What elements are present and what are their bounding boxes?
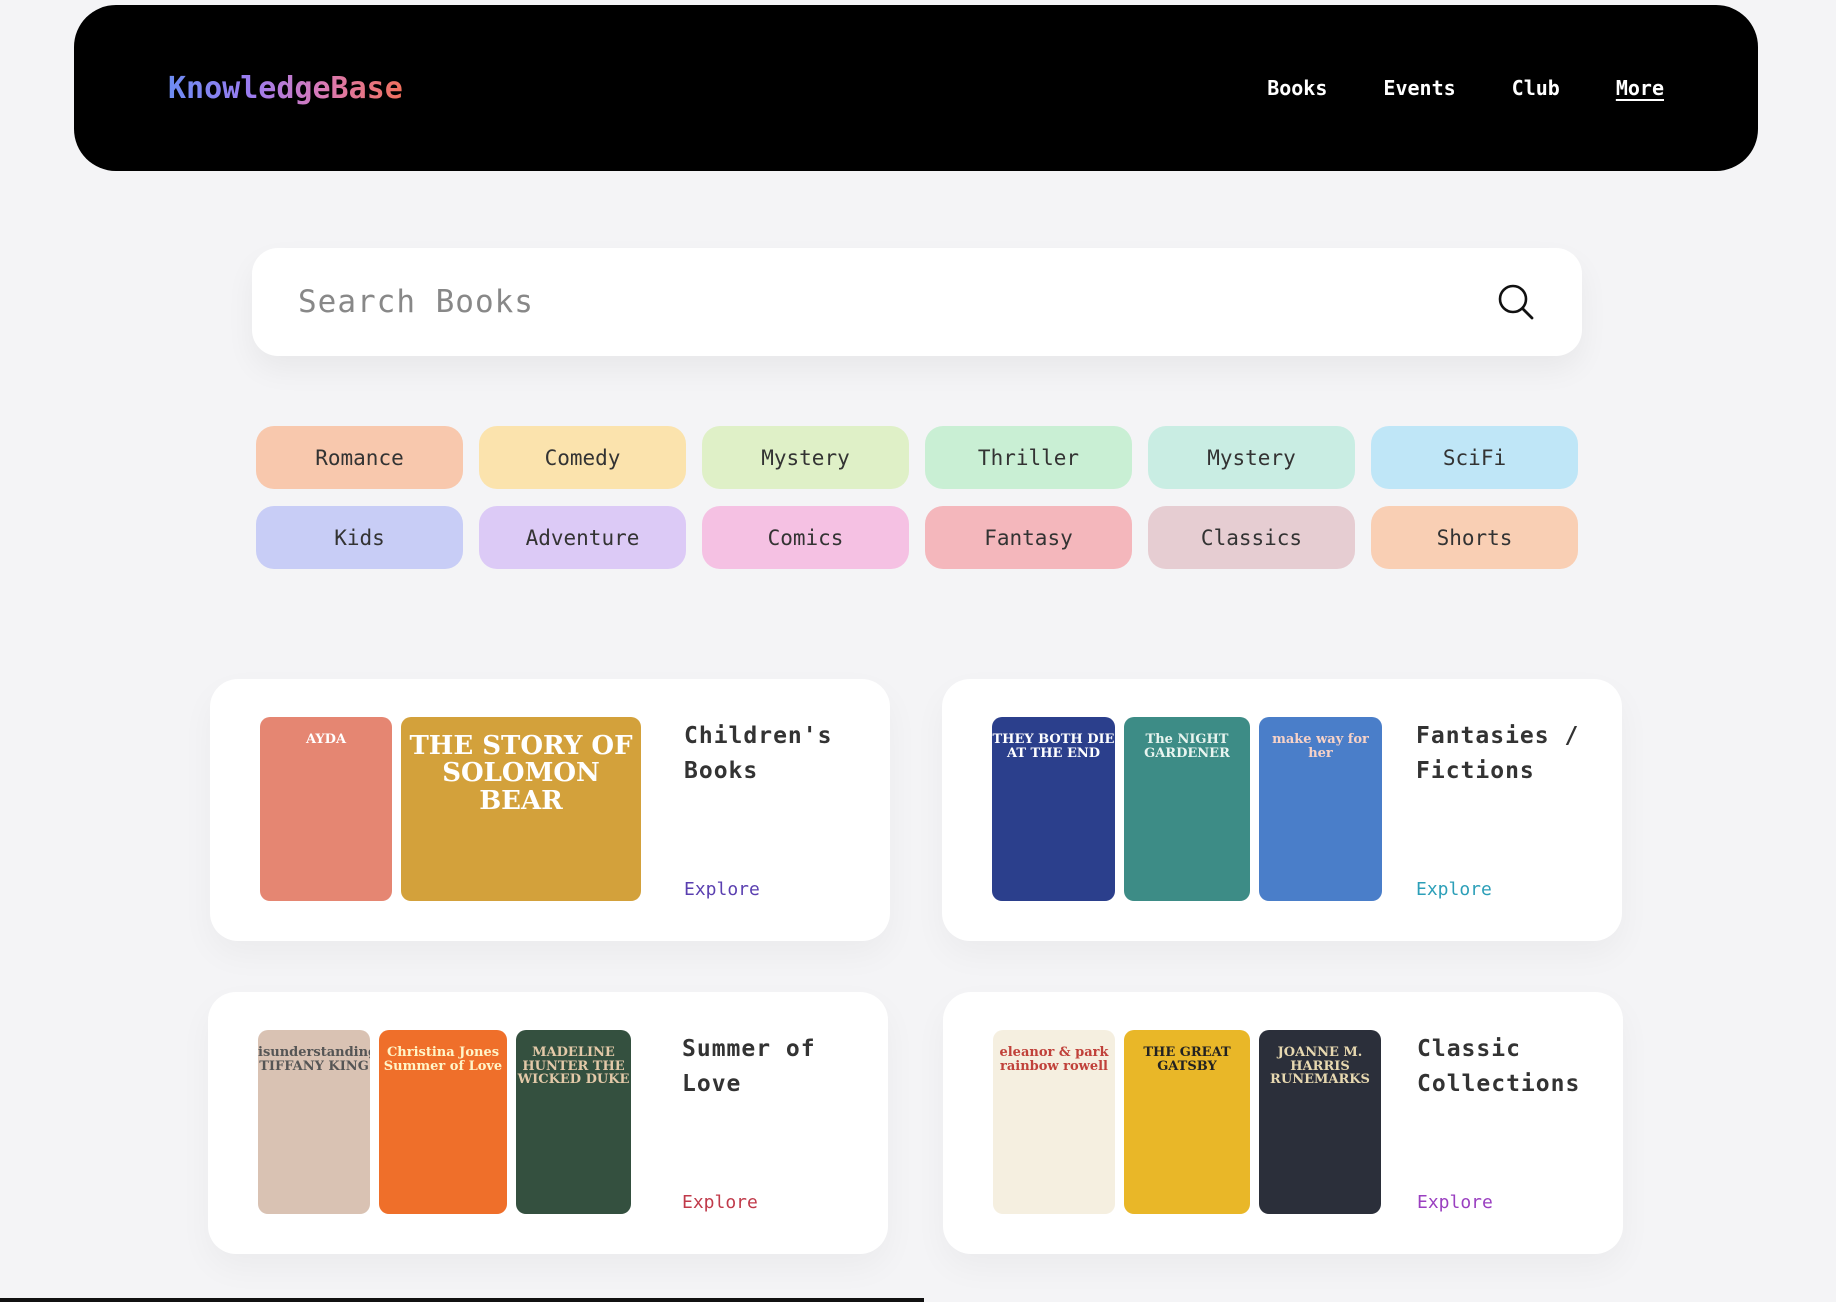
book-cover-title: AYDA: [305, 732, 347, 747]
book-cover-title: eleanor & park rainbow rowell: [999, 1045, 1109, 1074]
genre-chip-mystery[interactable]: Mystery: [702, 426, 909, 489]
book-cover-image[interactable]: AYDA: [260, 717, 392, 901]
collection-title: Fantasies / Fictions: [1416, 723, 1580, 784]
genre-chip-comics[interactable]: Comics: [702, 506, 909, 569]
book-covers: THEY BOTH DIE AT THE END The NIGHT GARDEN…: [992, 717, 1382, 901]
book-cover-image[interactable]: JOANNE M. HARRIS RUNEMARKS: [1259, 1030, 1381, 1214]
book-cover-title: make way for her: [1272, 732, 1369, 761]
book-cover-image[interactable]: eleanor & park rainbow rowell: [993, 1030, 1115, 1214]
book-cover-title: isunderstandings TIFFANY KING: [258, 1045, 370, 1074]
explore-link[interactable]: Explore: [1417, 1192, 1493, 1213]
genre-chip-romance[interactable]: Romance: [256, 426, 463, 489]
book-covers: AYDA THE STORY OF SOLOMON BEAR: [260, 717, 641, 901]
genre-chip-scifi[interactable]: SciFi: [1371, 426, 1578, 489]
book-cover-title: THE GREAT GATSBY: [1143, 1045, 1231, 1074]
genre-chip-shorts[interactable]: Shorts: [1371, 506, 1578, 569]
book-cover-image[interactable]: make way for her: [1259, 717, 1382, 901]
collection-title: Summer of Love: [682, 1036, 816, 1097]
genre-chip-kids[interactable]: Kids: [256, 506, 463, 569]
book-cover-title: Christina Jones Summer of Love: [383, 1045, 503, 1074]
book-cover-image[interactable]: MADELINE HUNTER THE WICKED DUKE: [516, 1030, 631, 1214]
genre-chip-adventure[interactable]: Adventure: [479, 506, 686, 569]
collection-card[interactable]: isunderstandings TIFFANY KING Christina J…: [208, 992, 888, 1254]
explore-link[interactable]: Explore: [684, 879, 760, 900]
nav-more-link[interactable]: More: [1616, 76, 1664, 100]
main-nav: Books Events Club More: [1267, 76, 1664, 100]
book-cover-image[interactable]: Christina Jones Summer of Love: [379, 1030, 507, 1214]
book-cover-image[interactable]: THE STORY OF SOLOMON BEAR: [401, 717, 641, 901]
nav-club-link[interactable]: Club: [1512, 76, 1560, 100]
genre-chip-comedy[interactable]: Comedy: [479, 426, 686, 489]
bottom-bar: [0, 1298, 924, 1302]
explore-link[interactable]: Explore: [682, 1192, 758, 1213]
collection-card[interactable]: eleanor & park rainbow rowell THE GREAT G…: [943, 992, 1623, 1254]
book-cover-title: MADELINE HUNTER THE WICKED DUKE: [517, 1045, 630, 1088]
book-cover-title: The NIGHT GARDENER: [1144, 732, 1230, 761]
collection-title: Classic Collections: [1417, 1036, 1581, 1097]
top-navbar: KnowledgeBase Books Events Club More: [74, 5, 1758, 171]
book-cover-image[interactable]: The NIGHT GARDENER: [1124, 717, 1250, 901]
genre-chip-fantasy[interactable]: Fantasy: [925, 506, 1132, 569]
book-covers: isunderstandings TIFFANY KING Christina J…: [258, 1030, 631, 1214]
nav-books-link[interactable]: Books: [1267, 76, 1327, 100]
book-covers: eleanor & park rainbow rowell THE GREAT G…: [993, 1030, 1381, 1214]
book-cover-image[interactable]: THE GREAT GATSBY: [1124, 1030, 1250, 1214]
explore-link[interactable]: Explore: [1416, 879, 1492, 900]
nav-events-link[interactable]: Events: [1383, 76, 1455, 100]
book-cover-image[interactable]: THEY BOTH DIE AT THE END: [992, 717, 1115, 901]
search-bar: [252, 248, 1582, 356]
genre-chips: Romance Comedy Mystery Thriller Mystery SciFi…: [256, 426, 1578, 569]
genre-chip-thriller[interactable]: Thriller: [925, 426, 1132, 489]
page: KnowledgeBase Books Events Club More Rom…: [0, 0, 1836, 1302]
book-cover-image[interactable]: isunderstandings TIFFANY KING: [258, 1030, 370, 1214]
search-icon[interactable]: [1496, 282, 1536, 322]
book-cover-title: JOANNE M. HARRIS RUNEMARKS: [1270, 1045, 1370, 1088]
collection-title: Children's Books: [684, 723, 833, 784]
book-cover-title: THE STORY OF SOLOMON BEAR: [409, 731, 633, 816]
collection-card[interactable]: AYDA THE STORY OF SOLOMON BEAR Children's …: [210, 679, 890, 941]
search-input[interactable]: [298, 284, 1398, 320]
genre-chip-classics[interactable]: Classics: [1148, 506, 1355, 569]
genre-chip-mystery[interactable]: Mystery: [1148, 426, 1355, 489]
book-cover-title: THEY BOTH DIE AT THE END: [992, 732, 1115, 761]
logo[interactable]: KnowledgeBase: [168, 71, 403, 106]
collection-card[interactable]: THEY BOTH DIE AT THE END The NIGHT GARDEN…: [942, 679, 1622, 941]
